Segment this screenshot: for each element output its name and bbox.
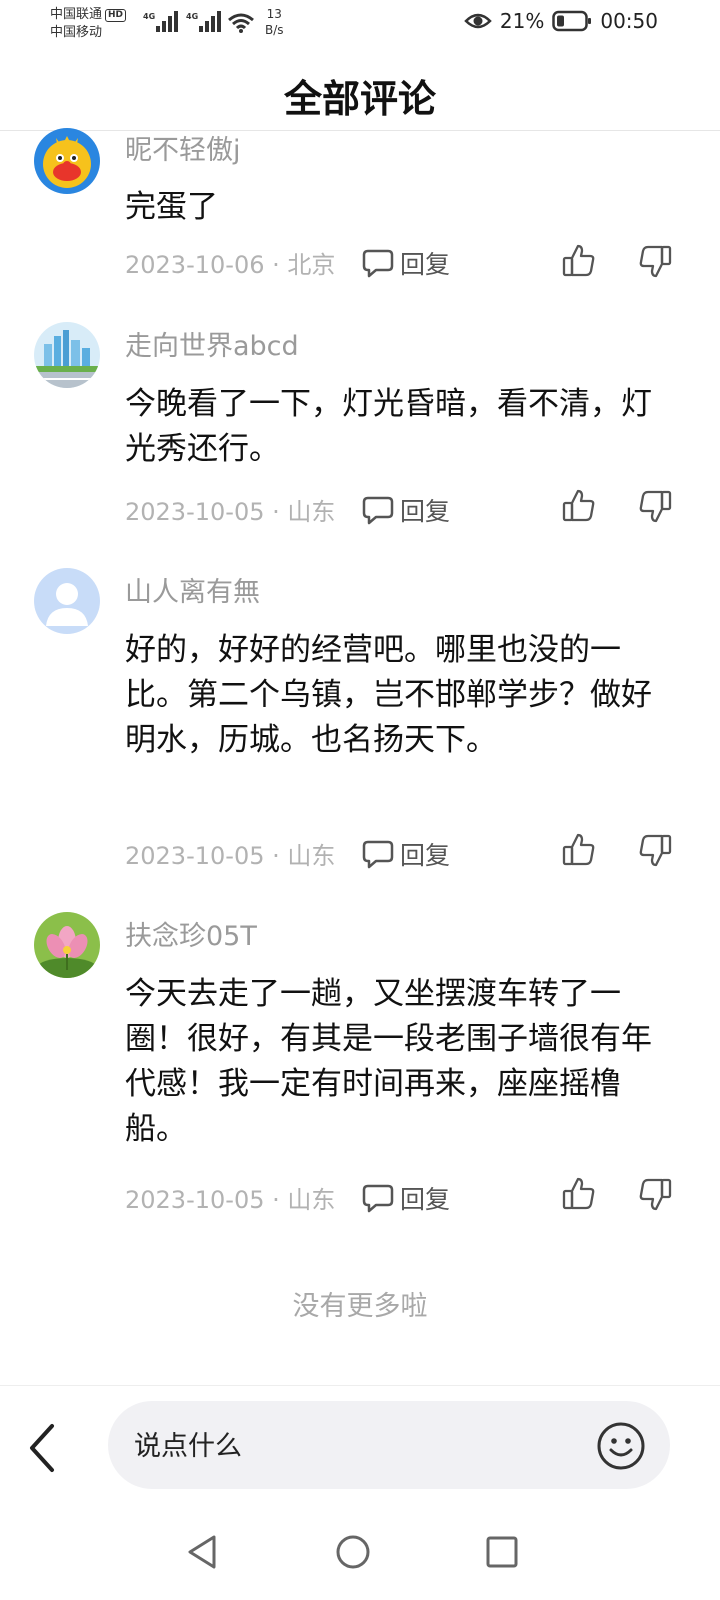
thumbs-down-icon[interactable] bbox=[637, 832, 673, 868]
reply-label: 回复 bbox=[400, 841, 451, 870]
hd-badge: HD bbox=[105, 9, 127, 22]
username[interactable]: 昵不轻傲j bbox=[125, 128, 241, 167]
page-title: 全部评论 bbox=[283, 77, 436, 121]
page-header: 全部评论 bbox=[0, 50, 720, 131]
carrier-2: 中国移动 bbox=[50, 25, 103, 40]
smiley-icon[interactable] bbox=[596, 1421, 646, 1471]
status-right: 21% 00:50 bbox=[464, 9, 658, 33]
thumbs-up-icon[interactable] bbox=[561, 1176, 597, 1212]
reply-label: 回复 bbox=[400, 497, 451, 526]
circle-home-icon[interactable] bbox=[328, 1527, 378, 1577]
comment-input[interactable] bbox=[132, 1425, 576, 1467]
thumbs-down-icon[interactable] bbox=[637, 1176, 673, 1212]
comment-bubble-icon bbox=[362, 496, 394, 525]
comment-meta: 2023-10-05 · 山东 bbox=[125, 498, 336, 526]
comment-bubble-icon bbox=[362, 249, 394, 278]
no-more-text: 没有更多啦 bbox=[292, 1291, 428, 1322]
reply-label: 回复 bbox=[400, 1185, 451, 1214]
thumbs-down-icon[interactable] bbox=[637, 488, 673, 524]
triangle-back-icon[interactable] bbox=[178, 1527, 228, 1577]
eye-icon bbox=[464, 13, 492, 29]
status-bar: 中国联通 HD 中国移动 4G 4G 13 B/s 21% 00:50 bbox=[0, 0, 720, 50]
comment-text: 好的，好好的经营吧。哪里也没的一比。第二个乌镇，岂不邯郸学步？做好明水，历城。也… bbox=[125, 632, 652, 758]
network-speed: 13 B/s bbox=[265, 6, 284, 38]
avatar[interactable] bbox=[34, 128, 100, 194]
lotus-flower-avatar-icon bbox=[34, 912, 100, 978]
comment-meta: 2023-10-05 · 山东 bbox=[125, 842, 336, 870]
cartoon-character-avatar-icon bbox=[34, 128, 100, 194]
wifi-icon bbox=[228, 13, 254, 33]
comment-bubble-icon bbox=[362, 840, 394, 869]
battery-icon bbox=[552, 10, 592, 32]
username[interactable]: 走向世界abcd bbox=[125, 324, 299, 363]
avatar[interactable] bbox=[34, 568, 100, 634]
carrier-info: 中国联通 HD 中国移动 bbox=[50, 6, 127, 42]
carrier-1: 中国联通 bbox=[50, 7, 103, 22]
speed-unit: B/s bbox=[265, 23, 284, 37]
default-user-avatar-icon bbox=[34, 568, 100, 634]
reply-button[interactable]: 回复 bbox=[362, 1180, 450, 1216]
thumbs-up-icon[interactable] bbox=[561, 243, 597, 279]
comment-meta: 2023-10-06 · 北京 bbox=[125, 251, 336, 279]
avatar[interactable] bbox=[34, 912, 100, 978]
city-skyline-avatar-icon bbox=[34, 322, 100, 388]
clock: 00:50 bbox=[600, 9, 658, 33]
comment-text: 今晚看了一下，灯光昏暗，看不清，灯光秀还行。 bbox=[125, 386, 652, 467]
thumbs-up-icon[interactable] bbox=[561, 832, 597, 868]
battery-percent: 21% bbox=[499, 9, 545, 33]
comment-text: 完蛋了 bbox=[125, 189, 218, 225]
speed-value: 13 bbox=[266, 7, 282, 21]
comment-bubble-icon bbox=[362, 1184, 394, 1213]
comment-text: 今天去走了一趟，又坐摆渡车转了一圈！很好，有其是一段老围子墙很有年代感！我一定有… bbox=[125, 976, 652, 1147]
username[interactable]: 山人离有無 bbox=[125, 570, 260, 609]
chevron-left-icon[interactable] bbox=[22, 1420, 66, 1476]
username[interactable]: 扶念珍05T bbox=[125, 914, 257, 953]
reply-label: 回复 bbox=[400, 250, 451, 279]
comment-meta: 2023-10-05 · 山东 bbox=[125, 1186, 336, 1214]
signal-icon-2 bbox=[199, 11, 221, 32]
thumbs-down-icon[interactable] bbox=[637, 243, 673, 279]
reply-button[interactable]: 回复 bbox=[362, 836, 450, 872]
comment-input-box[interactable] bbox=[108, 1401, 670, 1489]
reply-button[interactable]: 回复 bbox=[362, 492, 450, 528]
signal-icon bbox=[156, 11, 178, 32]
reply-button[interactable]: 回复 bbox=[362, 245, 450, 281]
avatar[interactable] bbox=[34, 322, 100, 388]
square-recents-icon[interactable] bbox=[477, 1527, 527, 1577]
comment-input-bar bbox=[0, 1385, 720, 1506]
thumbs-up-icon[interactable] bbox=[561, 488, 597, 524]
system-nav-bar bbox=[0, 1505, 720, 1600]
